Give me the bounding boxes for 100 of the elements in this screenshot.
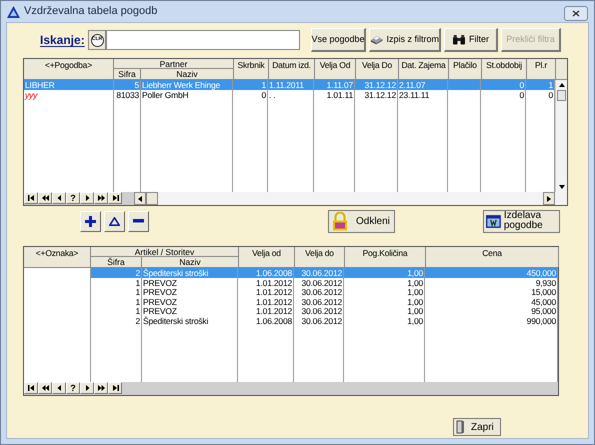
table-row[interactable]: 1 PREVOZ 1.01.2012 30.06.2012 1,00 45,000	[24, 296, 558, 306]
table-cell: 0	[233, 90, 268, 100]
navigator-button[interactable]	[38, 382, 52, 394]
close-icon	[572, 10, 580, 17]
column-header[interactable]: Sifra	[114, 69, 141, 79]
delete-button[interactable]	[128, 210, 149, 232]
table-row[interactable]: 1 PREVOZ 1.01.2012 30.06.2012 1,00 15,000	[24, 287, 558, 297]
table-cell: PREVOZ	[142, 287, 238, 297]
column-header[interactable]: Pl.r	[527, 59, 556, 79]
table-row[interactable]: yyy 81033 Poller GmbH 0 . . 1.01.11 31.12.12 23.11.11 0 0	[24, 90, 555, 100]
close-button[interactable]	[564, 6, 588, 21]
scroll-thumb[interactable]	[146, 192, 158, 205]
column-header[interactable]: <+Oznaka>	[24, 247, 91, 267]
column-header[interactable]: Naziv	[141, 69, 233, 79]
table-cell: 1	[233, 80, 268, 90]
navigator-button[interactable]	[80, 192, 94, 204]
navigator-button[interactable]: ?	[66, 192, 80, 204]
column-header[interactable]: Velja do	[295, 247, 345, 267]
column-header[interactable]: St.obdobij	[482, 59, 527, 79]
navigator-button[interactable]	[38, 192, 52, 204]
table-cell: 30.06.2012	[294, 287, 344, 297]
table-cell: 45,000	[425, 296, 558, 306]
table-row[interactable]: 1 PREVOZ 1.01.2012 30.06.2012 1,00 9,930	[24, 278, 558, 288]
navigator-button[interactable]	[80, 382, 94, 394]
column-header[interactable]: Plačilo	[449, 59, 482, 79]
plus-icon	[85, 216, 96, 226]
table-cell: Špediterski stroški	[142, 316, 238, 326]
table-cell: 1.06.2008	[238, 268, 294, 278]
table-cell: 2	[91, 316, 142, 326]
column-header[interactable]: Naziv	[142, 257, 238, 267]
table-row[interactable]: 2 Špediterski stroški 1.06.2008 30.06.2012 1,00 990,000	[24, 316, 558, 326]
column-header[interactable]: Šifra	[91, 257, 142, 267]
table-cell: 1,00	[344, 296, 425, 306]
column-header[interactable]: Skrbnik	[234, 59, 269, 79]
column-header[interactable]: Dat. Zajema	[399, 59, 449, 79]
column-header[interactable]: Cena	[426, 247, 559, 267]
table-cell: 1.01.2012	[238, 278, 294, 288]
navigator-button[interactable]	[52, 192, 66, 204]
table-cell: 30.06.2012	[294, 306, 344, 316]
table-cell: 2	[91, 268, 142, 278]
last-record-icon	[110, 194, 120, 202]
table-cell: 1	[91, 278, 142, 288]
double-right-icon	[96, 194, 106, 202]
unlock-button[interactable]: Odkleni	[328, 210, 395, 232]
scroll-thumb[interactable]	[557, 90, 566, 101]
column-header[interactable]: Velja Od	[315, 59, 356, 79]
vertical-scrollbar[interactable]	[555, 80, 567, 192]
table-cell: 15,000	[425, 287, 558, 297]
table-cell: 1.01.2012	[238, 287, 294, 297]
down-arrow-icon	[558, 185, 564, 189]
padlock-icon	[332, 212, 348, 230]
navigator-button[interactable]: ?	[66, 382, 80, 394]
horizontal-scrollbar[interactable]	[134, 192, 567, 205]
navigator-button[interactable]	[94, 192, 108, 204]
navigator-button[interactable]	[24, 192, 38, 204]
table-cell: 23.11.11	[398, 90, 448, 100]
last-record-icon	[110, 384, 120, 392]
double-left-icon	[40, 194, 50, 202]
toolbar-button[interactable]: Vse pogodbe	[311, 28, 366, 52]
double-right-icon	[96, 384, 106, 392]
table-cell: LIBHER	[24, 80, 114, 90]
table-cell: 0	[481, 80, 526, 90]
table-cell: 1.01.11	[314, 90, 355, 100]
left-arrow-icon	[138, 196, 142, 202]
navigator-button[interactable]	[24, 382, 38, 394]
double-left-icon	[40, 384, 50, 392]
column-header[interactable]: <+Pogodba>	[24, 59, 114, 79]
add-button[interactable]	[80, 210, 101, 232]
minus-icon	[133, 219, 144, 223]
column-header[interactable]: Pog.Količina	[345, 247, 426, 267]
create-contract-button[interactable]: Izdelava pogodbe	[483, 210, 560, 232]
table-cell: 1	[91, 306, 142, 316]
column-group-header[interactable]: Artikel / Storitev	[91, 247, 238, 257]
first-record-icon	[26, 384, 36, 392]
table-cell: PREVOZ	[142, 306, 238, 316]
close-window-button[interactable]: Zapri	[453, 418, 501, 436]
toolbar-button[interactable]: Filter	[444, 28, 498, 52]
navigator-button[interactable]	[108, 192, 122, 204]
navigator-button[interactable]	[108, 382, 122, 394]
navigator-button[interactable]	[52, 382, 66, 394]
column-header[interactable]: Velja od	[239, 247, 295, 267]
navigator-button[interactable]	[94, 382, 108, 394]
printer-icon	[370, 34, 384, 46]
table-cell: 2.11.07	[398, 80, 448, 90]
table-cell: 30.06.2012	[294, 268, 344, 278]
column-header[interactable]: Datum izd.	[269, 59, 315, 79]
table-cell: 30.06.2012	[294, 316, 344, 326]
right-arrow-icon	[547, 196, 551, 202]
triangle-icon	[109, 216, 120, 226]
column-header[interactable]: Velja Do	[356, 59, 399, 79]
table-row[interactable]: 1 PREVOZ 1.01.2012 30.06.2012 1,00 95,000	[24, 306, 558, 316]
edit-button[interactable]	[104, 210, 125, 232]
table-cell: Špediterski stroški	[142, 268, 238, 278]
column-group-header[interactable]: Partner	[114, 59, 233, 69]
search-field[interactable]	[106, 30, 300, 50]
toolbar-button[interactable]: Izpis z filtrom	[369, 28, 441, 52]
table-cell: 31.12.12	[355, 90, 398, 100]
table-cell: . .	[268, 90, 314, 100]
triangle-logo-icon	[7, 6, 20, 18]
table-cell: 1,00	[344, 316, 425, 326]
